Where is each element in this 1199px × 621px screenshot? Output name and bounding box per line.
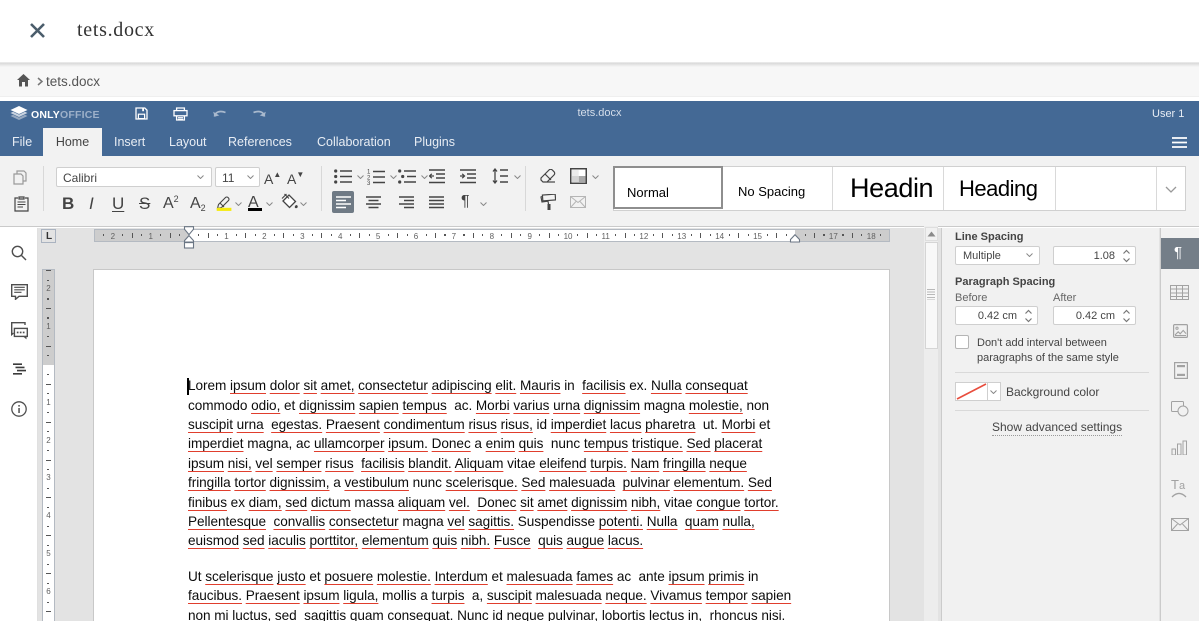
svg-text:3: 3 (367, 181, 371, 185)
